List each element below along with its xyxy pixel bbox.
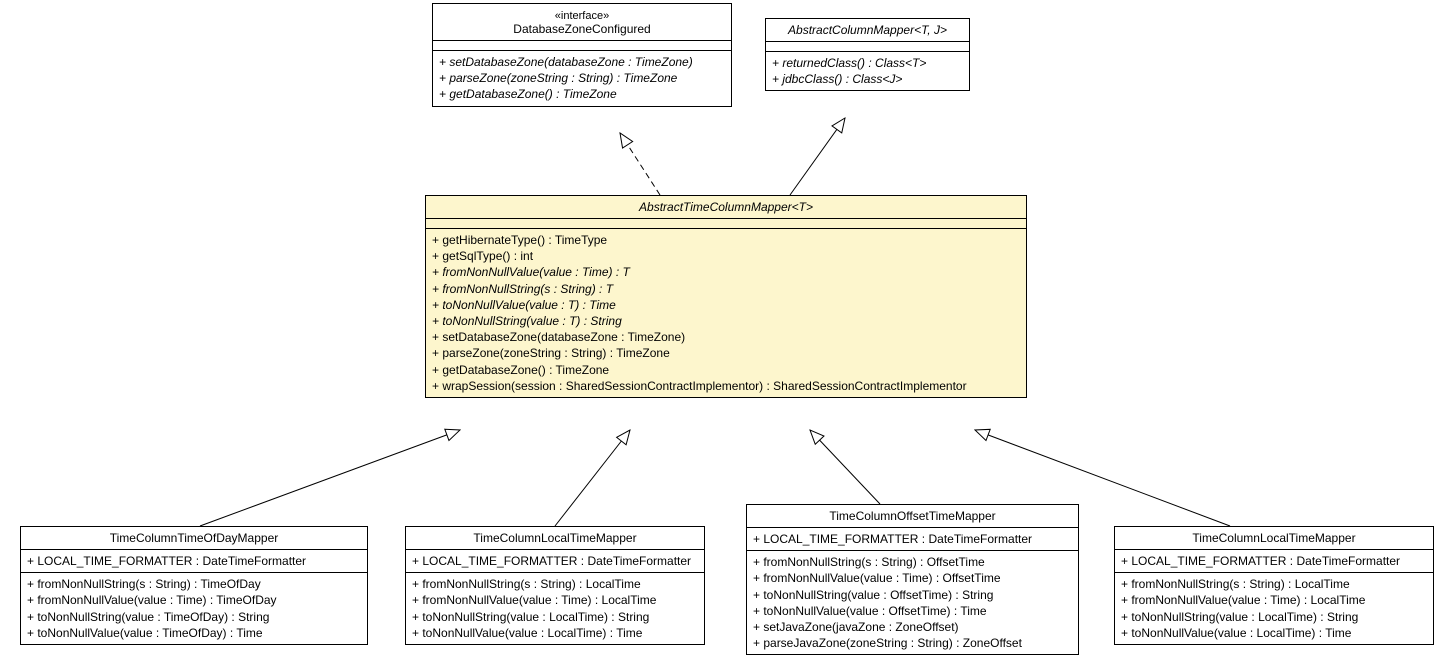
method: + fromNonNullString(s : String) : T [432,281,1020,297]
class-title: TimeColumnLocalTimeMapper [1121,531,1427,545]
method: + getSqlType() : int [432,248,1020,264]
class-abstracttimecolumnmapper: AbstractTimeColumnMapper<T> + getHiberna… [425,195,1027,398]
attribute: + LOCAL_TIME_FORMATTER : DateTimeFormatt… [1121,553,1427,569]
class-timecolumnlocaltimemapper-1: TimeColumnLocalTimeMapper + LOCAL_TIME_F… [405,526,705,645]
method: + toNonNullValue(value : TimeOfDay) : Ti… [27,625,361,641]
method: + toNonNullString(value : OffsetTime) : … [753,587,1072,603]
method: + fromNonNullValue(value : Time) : Local… [1121,592,1427,608]
method: + parseJavaZone(zoneString : String) : Z… [753,635,1072,651]
method: + fromNonNullValue(value : Time) : Offse… [753,570,1072,586]
class-timecolumnoffsettimemapper: TimeColumnOffsetTimeMapper + LOCAL_TIME_… [746,504,1079,655]
method: + fromNonNullValue(value : Time) : TimeO… [27,592,361,608]
method: + toNonNullValue(value : OffsetTime) : T… [753,603,1072,619]
method: + setDatabaseZone(databaseZone : TimeZon… [432,329,1020,345]
attribute: + LOCAL_TIME_FORMATTER : DateTimeFormatt… [27,553,361,569]
method: + getDatabaseZone() : TimeZone [432,362,1020,378]
method: + fromNonNullValue(value : Time) : T [432,264,1020,280]
method: + toNonNullValue(value : T) : Time [432,297,1020,313]
method: + parseZone(zoneString : String) : TimeZ… [439,70,725,86]
class-timecolumntimeofdaymapper: TimeColumnTimeOfDayMapper + LOCAL_TIME_F… [20,526,368,645]
class-title: TimeColumnOffsetTimeMapper [753,509,1072,523]
method: + wrapSession(session : SharedSessionCon… [432,378,1020,394]
class-title: AbstractColumnMapper<T, J> [772,23,963,37]
class-title: AbstractTimeColumnMapper<T> [432,200,1020,214]
method: + toNonNullString(value : LocalTime) : S… [412,609,698,625]
method: + jdbcClass() : Class<J> [772,71,963,87]
class-title: DatabaseZoneConfigured [439,22,725,36]
method: + toNonNullString(value : T) : String [432,313,1020,329]
method: + fromNonNullValue(value : Time) : Local… [412,592,698,608]
method: + parseZone(zoneString : String) : TimeZ… [432,345,1020,361]
class-title: TimeColumnTimeOfDayMapper [27,531,361,545]
method: + setDatabaseZone(databaseZone : TimeZon… [439,54,725,70]
method: + getHibernateType() : TimeType [432,232,1020,248]
attribute: + LOCAL_TIME_FORMATTER : DateTimeFormatt… [753,531,1072,547]
stereotype: «interface» [555,10,609,22]
method: + toNonNullValue(value : LocalTime) : Ti… [1121,625,1427,641]
method: + fromNonNullString(s : String) : Offset… [753,554,1072,570]
method: + toNonNullValue(value : LocalTime) : Ti… [412,625,698,641]
method: + fromNonNullString(s : String) : TimeOf… [27,576,361,592]
methods-section: + getHibernateType() : TimeType+ getSqlT… [426,229,1026,397]
method: + fromNonNullString(s : String) : LocalT… [1121,576,1427,592]
attribute: + LOCAL_TIME_FORMATTER : DateTimeFormatt… [412,553,698,569]
class-abstractcolumnmapper: AbstractColumnMapper<T, J> + returnedCla… [765,18,970,91]
class-databasezoneconfigured: «interface» DatabaseZoneConfigured + set… [432,3,732,107]
class-timecolumnlocaltimemapper-2: TimeColumnLocalTimeMapper + LOCAL_TIME_F… [1114,526,1434,645]
method: + toNonNullString(value : LocalTime) : S… [1121,609,1427,625]
method: + setJavaZone(javaZone : ZoneOffset) [753,619,1072,635]
method: + fromNonNullString(s : String) : LocalT… [412,576,698,592]
method: + returnedClass() : Class<T> [772,55,963,71]
method: + getDatabaseZone() : TimeZone [439,86,725,102]
class-title: TimeColumnLocalTimeMapper [412,531,698,545]
method: + toNonNullString(value : TimeOfDay) : S… [27,609,361,625]
